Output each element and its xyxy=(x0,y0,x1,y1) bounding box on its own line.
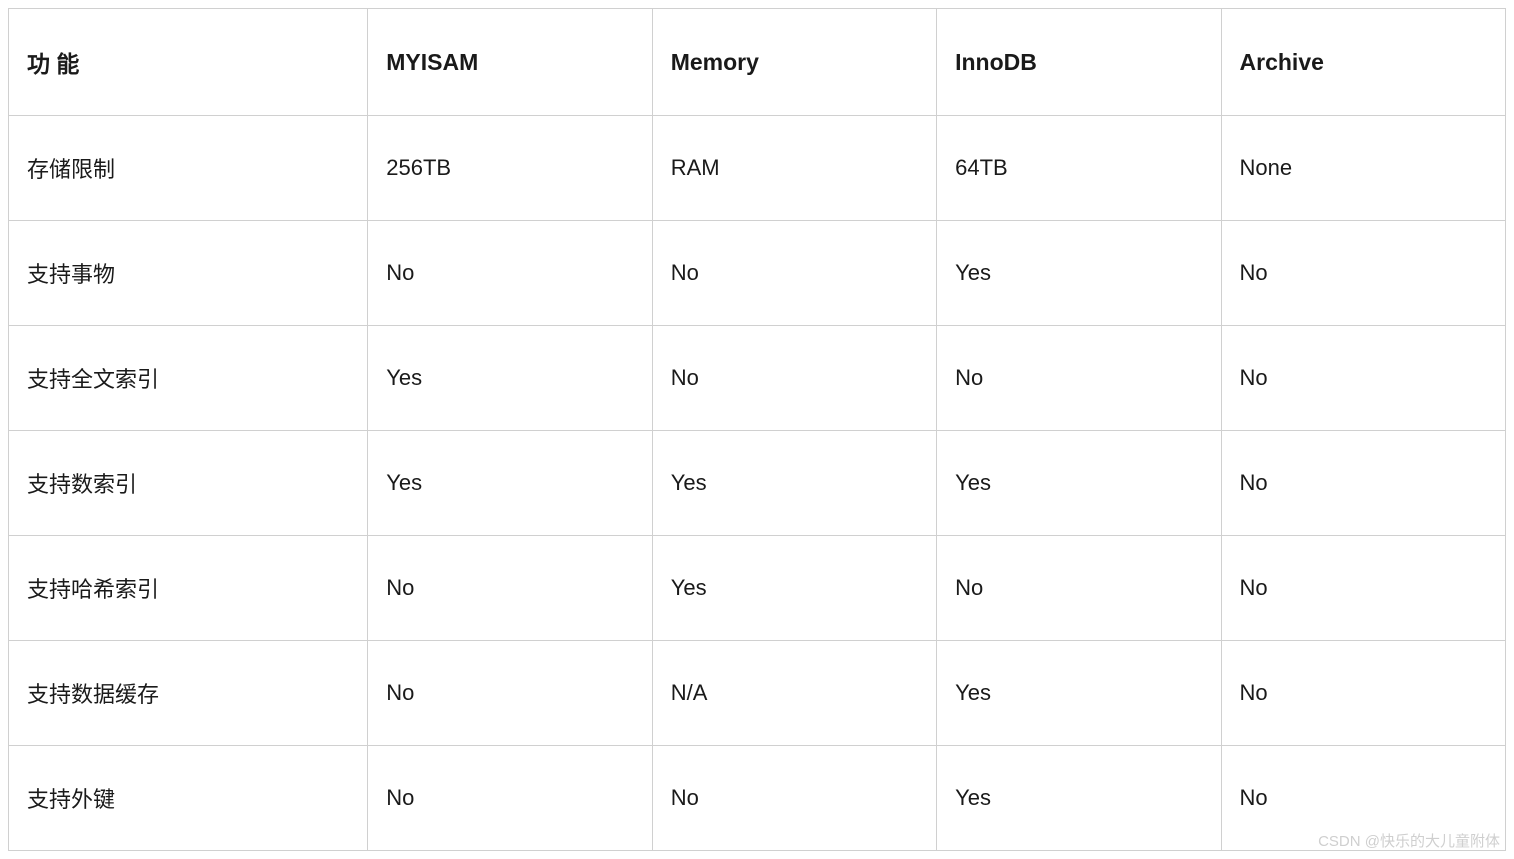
cell-value: Yes xyxy=(937,221,1221,326)
cell-value: No xyxy=(652,746,936,851)
table-row: 支持数索引 Yes Yes Yes No xyxy=(9,431,1506,536)
cell-value: No xyxy=(1221,746,1505,851)
cell-value: Yes xyxy=(368,431,652,536)
cell-value: 64TB xyxy=(937,116,1221,221)
cell-value: No xyxy=(368,221,652,326)
table-header-row: 功 能 MYISAM Memory InnoDB Archive xyxy=(9,9,1506,116)
cell-value: No xyxy=(652,221,936,326)
cell-feature: 支持数据缓存 xyxy=(9,641,368,746)
header-memory: Memory xyxy=(652,9,936,116)
header-feature: 功 能 xyxy=(9,9,368,116)
cell-feature: 支持外键 xyxy=(9,746,368,851)
cell-value: Yes xyxy=(937,746,1221,851)
cell-value: No xyxy=(368,641,652,746)
cell-feature: 支持事物 xyxy=(9,221,368,326)
cell-value: RAM xyxy=(652,116,936,221)
cell-value: Yes xyxy=(652,431,936,536)
table-row: 支持数据缓存 No N/A Yes No xyxy=(9,641,1506,746)
header-archive: Archive xyxy=(1221,9,1505,116)
cell-value: 256TB xyxy=(368,116,652,221)
header-innodb: InnoDB xyxy=(937,9,1221,116)
cell-value: Yes xyxy=(937,431,1221,536)
cell-value: No xyxy=(652,326,936,431)
cell-value: No xyxy=(1221,326,1505,431)
storage-engine-comparison-table: 功 能 MYISAM Memory InnoDB Archive 存储限制 25… xyxy=(8,8,1506,851)
cell-feature: 支持数索引 xyxy=(9,431,368,536)
header-myisam: MYISAM xyxy=(368,9,652,116)
cell-value: N/A xyxy=(652,641,936,746)
table-row: 存储限制 256TB RAM 64TB None xyxy=(9,116,1506,221)
cell-value: No xyxy=(368,746,652,851)
table-row: 支持哈希索引 No Yes No No xyxy=(9,536,1506,641)
cell-value: None xyxy=(1221,116,1505,221)
cell-value: Yes xyxy=(368,326,652,431)
cell-value: No xyxy=(1221,431,1505,536)
cell-value: No xyxy=(1221,536,1505,641)
cell-feature: 存储限制 xyxy=(9,116,368,221)
cell-value: No xyxy=(368,536,652,641)
cell-value: No xyxy=(937,536,1221,641)
cell-feature: 支持全文索引 xyxy=(9,326,368,431)
table-row: 支持全文索引 Yes No No No xyxy=(9,326,1506,431)
cell-feature: 支持哈希索引 xyxy=(9,536,368,641)
cell-value: No xyxy=(1221,221,1505,326)
cell-value: Yes xyxy=(937,641,1221,746)
table-row: 支持外键 No No Yes No xyxy=(9,746,1506,851)
cell-value: No xyxy=(937,326,1221,431)
table-row: 支持事物 No No Yes No xyxy=(9,221,1506,326)
cell-value: No xyxy=(1221,641,1505,746)
cell-value: Yes xyxy=(652,536,936,641)
